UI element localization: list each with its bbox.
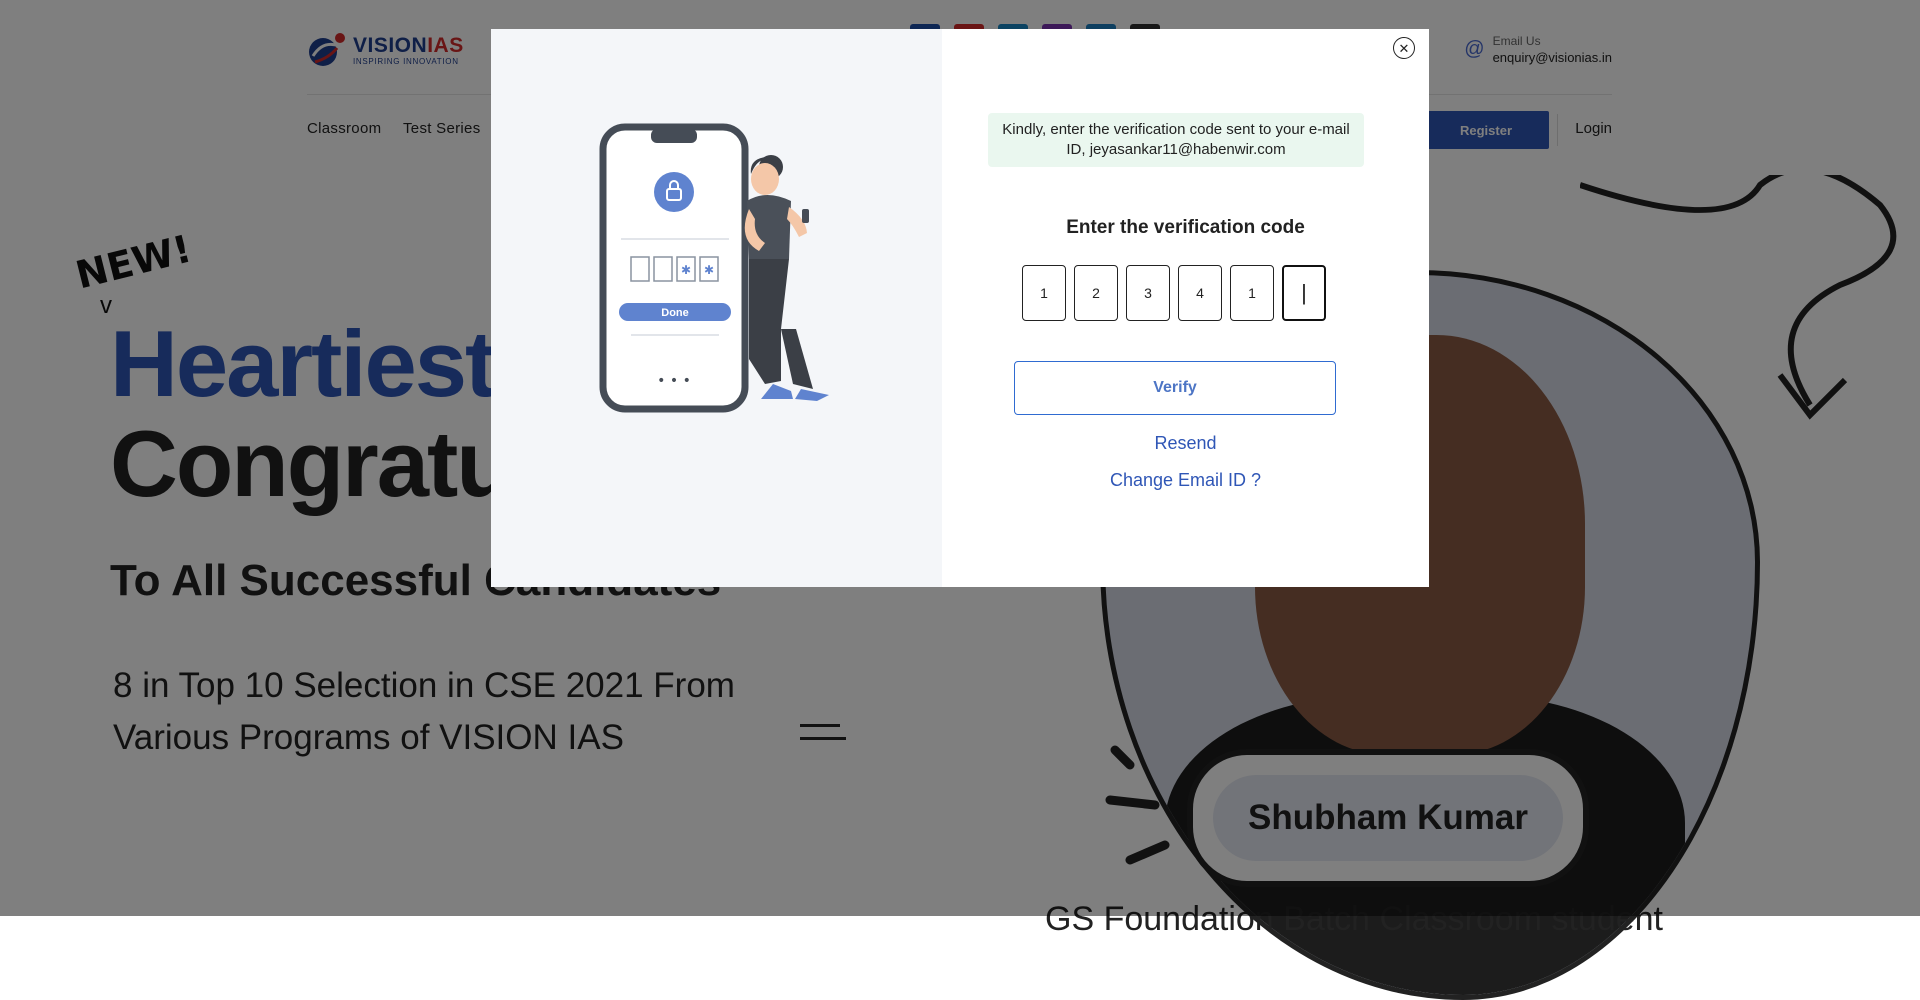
verification-modal: ✱ ✱ Done • • • ✕ Kindly, enter the verif… xyxy=(491,29,1429,587)
code-digit-1[interactable]: 1 xyxy=(1022,265,1066,321)
illus-done-label: Done xyxy=(661,307,689,319)
code-digit-5[interactable]: 1 xyxy=(1230,265,1274,321)
phone-verification-illustration: ✱ ✱ Done • • • xyxy=(599,123,829,413)
modal-form-panel: ✕ Kindly, enter the verification code se… xyxy=(942,29,1429,587)
change-email-link[interactable]: Change Email ID ? xyxy=(942,470,1429,491)
modal-illustration-panel: ✱ ✱ Done • • • xyxy=(491,29,942,587)
verification-code-inputs: 1 2 3 4 1 | xyxy=(1022,265,1326,321)
verification-title: Enter the verification code xyxy=(1066,217,1305,238)
code-digit-6[interactable]: | xyxy=(1282,265,1326,321)
verify-button[interactable]: Verify xyxy=(1014,361,1336,415)
illus-dots: • • • xyxy=(657,373,691,389)
code-digit-4[interactable]: 4 xyxy=(1178,265,1222,321)
resend-link[interactable]: Resend xyxy=(942,433,1429,454)
illus-masked-2: ✱ xyxy=(704,263,714,277)
code-digit-3[interactable]: 3 xyxy=(1126,265,1170,321)
close-icon[interactable]: ✕ xyxy=(1393,37,1415,59)
illus-masked-1: ✱ xyxy=(681,263,691,277)
code-digit-2[interactable]: 2 xyxy=(1074,265,1118,321)
verification-info-message: Kindly, enter the verification code sent… xyxy=(988,113,1364,167)
